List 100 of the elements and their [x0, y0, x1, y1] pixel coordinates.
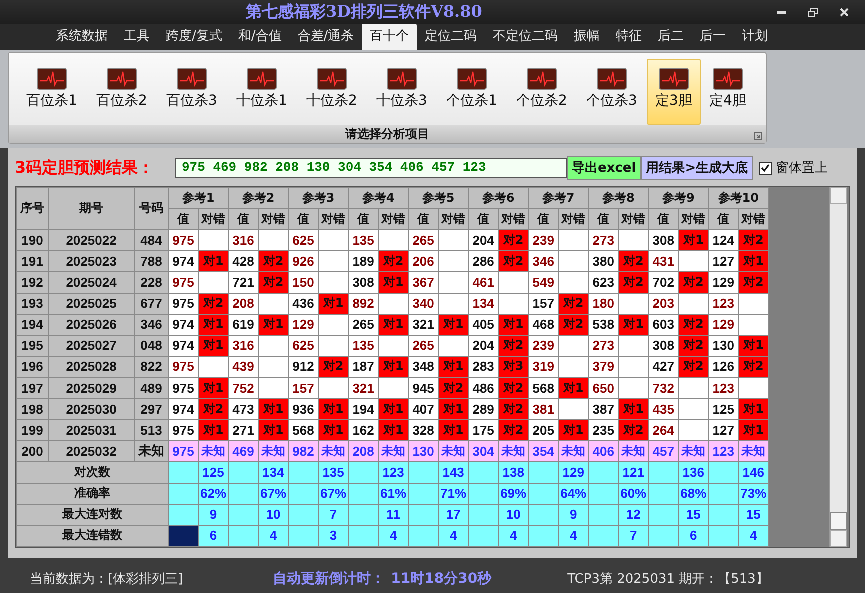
table-cell: 129: [558, 462, 589, 484]
column-header: 对错: [198, 208, 229, 230]
table-cell: 对2: [378, 250, 409, 272]
column-header: 参考5: [408, 188, 469, 209]
analysis-button[interactable]: 百位杀2: [87, 59, 157, 125]
analysis-button[interactable]: 个位杀1: [437, 59, 507, 125]
column-header: 期号: [48, 188, 134, 230]
export-button[interactable]: 导出excel: [567, 156, 642, 180]
menu-tab[interactable]: 不定位二码: [485, 23, 566, 50]
table-cell: 975: [168, 377, 198, 399]
table-cell: 381: [528, 398, 559, 420]
table-cell: 538: [588, 314, 619, 336]
window-title: 第七感福彩3D排列三软件V8.80: [246, 2, 482, 22]
menu-tab[interactable]: 跨度/复式: [158, 23, 230, 50]
table-cell: 对2: [738, 356, 769, 378]
table-cell: 406: [588, 440, 619, 462]
table-cell: 346: [528, 250, 559, 272]
minimize-icon[interactable]: [777, 10, 786, 14]
menu-tab[interactable]: 计划: [734, 23, 776, 50]
table-cell: 4: [438, 525, 469, 546]
menu-tab[interactable]: 后一: [692, 23, 734, 50]
expand-icon[interactable]: [754, 132, 762, 140]
analysis-button[interactable]: 十位杀3: [367, 59, 437, 125]
table-cell: 239: [528, 230, 559, 251]
close-icon[interactable]: [840, 8, 849, 16]
restore-icon[interactable]: [808, 8, 818, 16]
analysis-button[interactable]: 个位杀2: [507, 59, 577, 125]
scrollbar[interactable]: [829, 187, 847, 547]
column-header: 值: [288, 208, 319, 230]
checkbox[interactable]: [759, 162, 772, 174]
table-cell: 对1: [378, 314, 409, 336]
column-header: 值: [468, 208, 499, 230]
row-label: 最大连错数: [16, 525, 168, 546]
table-cell: 对1: [738, 398, 769, 420]
table-cell: 对1: [438, 398, 469, 420]
analysis-button[interactable]: 十位杀2: [297, 59, 367, 125]
table-cell: 对1: [378, 356, 409, 378]
column-header: 值: [228, 208, 259, 230]
analysis-button[interactable]: 定3胆: [647, 59, 701, 125]
table-cell: 788: [134, 250, 168, 272]
table-cell: 125: [198, 462, 229, 484]
table-cell: 2025028: [48, 356, 134, 378]
table-cell: 568: [528, 377, 559, 399]
analysis-button[interactable]: 百位杀1: [17, 59, 87, 125]
prediction-field[interactable]: 975 469 982 208 130 304 354 406 457 123: [175, 158, 567, 178]
table-cell: 346: [134, 314, 168, 336]
pulse-line-icon: [317, 68, 347, 90]
table-cell: 192: [16, 272, 48, 294]
table-cell: 405: [468, 314, 499, 336]
generate-button[interactable]: 用结果>生成大底: [641, 156, 754, 180]
table-cell: 71%: [438, 483, 469, 504]
column-header: 对错: [678, 208, 709, 230]
analysis-button[interactable]: 百位杀3: [157, 59, 227, 125]
table-cell: 150: [288, 272, 319, 294]
menu-tab[interactable]: 定位二码: [417, 23, 486, 50]
table-cell: 对1: [738, 420, 769, 441]
table-cell: 195: [16, 335, 48, 356]
table-cell: 对1: [618, 398, 649, 420]
table-cell: 2025022: [48, 230, 134, 251]
table-cell: 469: [228, 440, 259, 462]
column-header: 值: [588, 208, 619, 230]
menu-tab[interactable]: 后二: [650, 23, 692, 50]
menu-tab[interactable]: 工具: [116, 23, 158, 50]
table-cell: 436: [288, 293, 319, 314]
menu-tab[interactable]: 系统数据: [48, 23, 116, 50]
pulse-line-icon: [387, 68, 417, 90]
table-cell: 974: [168, 335, 198, 356]
menu-tab[interactable]: 合差/通杀: [290, 23, 362, 50]
table-cell: 未知: [438, 440, 469, 462]
table-cell: 732: [648, 377, 679, 399]
table-cell: 对1: [198, 420, 229, 441]
table-cell: 6: [198, 525, 229, 546]
table-cell: 7: [318, 504, 349, 526]
analysis-button[interactable]: 定4胆: [701, 59, 755, 125]
menu-tab[interactable]: 和/合值: [230, 23, 290, 50]
column-header: 值: [348, 208, 379, 230]
table-cell: 未知: [318, 440, 349, 462]
table-cell: 138: [498, 462, 529, 484]
menu-tab[interactable]: 特征: [608, 23, 650, 50]
table-cell: 489: [134, 377, 168, 399]
menu-tab[interactable]: 百十个: [362, 23, 418, 50]
table-cell: 对1: [558, 377, 589, 399]
table-cell: 936: [288, 398, 319, 420]
menu-tab[interactable]: 振幅: [566, 23, 608, 50]
table-cell: 对2: [498, 230, 529, 251]
table-cell: 048: [134, 335, 168, 356]
table-cell: 431: [648, 250, 679, 272]
analysis-button[interactable]: 个位杀3: [577, 59, 647, 125]
table-cell: 623: [588, 272, 619, 294]
table-cell: 926: [288, 250, 319, 272]
table-cell: 208: [228, 293, 259, 314]
table-cell: 对1: [618, 314, 649, 336]
table-cell: 9: [198, 504, 229, 526]
column-header: 对错: [618, 208, 649, 230]
analysis-button[interactable]: 十位杀1: [227, 59, 297, 125]
table-cell: 135: [318, 462, 349, 484]
table-cell: 319: [528, 356, 559, 378]
table-cell: 912: [288, 356, 319, 378]
data-source-label: 当前数据为：[体彩排列三]: [30, 571, 184, 588]
prediction-label: 3码定胆预测结果：: [15, 158, 156, 178]
